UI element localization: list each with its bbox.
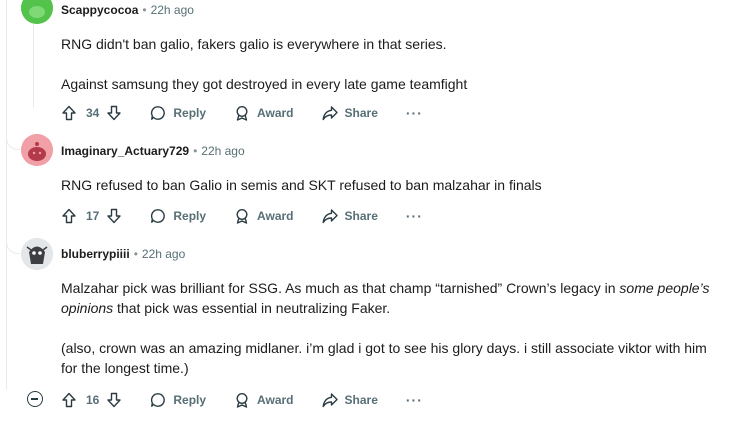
share-icon <box>322 209 338 224</box>
author-name[interactable]: Scappycocoa <box>61 3 138 17</box>
vote-controls: 17 <box>61 208 122 224</box>
reply-label: Reply <box>173 209 207 223</box>
vote-count: 34 <box>86 106 100 120</box>
award-label: Award <box>257 393 294 407</box>
snoo-avatar-icon <box>21 134 53 166</box>
avatar[interactable] <box>21 238 53 270</box>
comment-meta: bluberrypiiii • 22h ago <box>61 246 185 262</box>
comment-bubble-icon <box>151 209 166 223</box>
collapse-thread-icon[interactable] <box>27 391 43 407</box>
vote-controls: 16 <box>61 392 122 408</box>
snoo-avatar-icon <box>21 0 53 24</box>
reply-button[interactable]: Reply <box>150 208 206 224</box>
comment-paragraph: RNG refused to ban Galio in semis and SK… <box>61 177 542 193</box>
share-label: Share <box>344 393 378 407</box>
comment-paragraph: (also, crown was an amazing midlaner. i’… <box>61 340 707 376</box>
award-icon <box>236 105 248 121</box>
vote-count: 16 <box>86 393 100 407</box>
reply-label: Reply <box>173 106 207 120</box>
downvote-icon[interactable] <box>106 105 122 121</box>
reply-button[interactable]: Reply <box>150 105 206 121</box>
comment-text: that pick was essential in neutralizing … <box>113 300 391 316</box>
share-button[interactable]: Share <box>322 208 378 224</box>
share-label: Share <box>344 106 378 120</box>
vote-count: 17 <box>86 209 100 223</box>
thread-elbow <box>6 136 20 150</box>
comment-actions: 17 Reply Award Share ··· <box>61 204 423 228</box>
award-label: Award <box>257 106 294 120</box>
thread-elbow <box>6 240 20 254</box>
comment-bubble-icon <box>151 106 166 120</box>
comment-bubble-icon <box>151 393 166 407</box>
upvote-icon[interactable] <box>61 208 77 224</box>
comment-actions: 34 Reply Award Share ··· <box>61 101 423 125</box>
timestamp[interactable]: 22h ago <box>201 144 244 158</box>
share-icon <box>322 393 338 408</box>
reply-label: Reply <box>173 393 207 407</box>
thread-line <box>6 0 7 390</box>
award-icon <box>236 392 248 408</box>
timestamp[interactable]: 22h ago <box>142 247 185 261</box>
vote-controls: 34 <box>61 105 122 121</box>
share-button[interactable]: Share <box>322 105 378 121</box>
reply-button[interactable]: Reply <box>150 392 206 408</box>
separator-dot: • <box>133 247 138 261</box>
more-options-icon[interactable]: ··· <box>406 208 423 224</box>
separator-dot: • <box>142 3 147 17</box>
award-button[interactable]: Award <box>234 208 294 224</box>
comment-paragraph: Malzahar pick was brilliant for SSG. As … <box>61 278 721 318</box>
more-options-icon[interactable]: ··· <box>406 392 423 408</box>
comment-meta: Scappycocoa • 22h ago <box>61 2 194 18</box>
award-button[interactable]: Award <box>234 392 294 408</box>
award-icon <box>236 208 248 224</box>
author-name[interactable]: bluberrypiiii <box>61 247 130 261</box>
upvote-icon[interactable] <box>61 105 77 121</box>
comment-body: RNG didn't ban galio, fakers galio is ev… <box>61 34 721 94</box>
downvote-icon[interactable] <box>106 392 122 408</box>
more-options-icon[interactable]: ··· <box>406 105 423 121</box>
separator-dot: • <box>193 144 198 158</box>
share-button[interactable]: Share <box>322 392 378 408</box>
avatar[interactable] <box>21 0 53 24</box>
comment-paragraph: Against samsung they got destroyed in ev… <box>61 76 468 92</box>
comment-meta: Imaginary_Actuary729 • 22h ago <box>61 143 245 159</box>
upvote-icon[interactable] <box>61 392 77 408</box>
award-button[interactable]: Award <box>234 105 294 121</box>
snoo-avatar-icon <box>21 238 53 270</box>
comment-body: Malzahar pick was brilliant for SSG. As … <box>61 278 721 378</box>
comment-body: RNG refused to ban Galio in semis and SK… <box>61 175 721 195</box>
author-name[interactable]: Imaginary_Actuary729 <box>61 144 189 158</box>
timestamp[interactable]: 22h ago <box>151 3 194 17</box>
comment-paragraph: RNG didn't ban galio, fakers galio is ev… <box>61 36 447 52</box>
share-icon <box>322 106 338 121</box>
comment-text: Malzahar pick was brilliant for SSG. As … <box>61 280 620 296</box>
downvote-icon[interactable] <box>106 208 122 224</box>
avatar[interactable] <box>21 134 53 166</box>
comment-actions: 16 Reply Award Share ··· <box>61 388 423 412</box>
share-label: Share <box>344 209 378 223</box>
award-label: Award <box>257 209 294 223</box>
